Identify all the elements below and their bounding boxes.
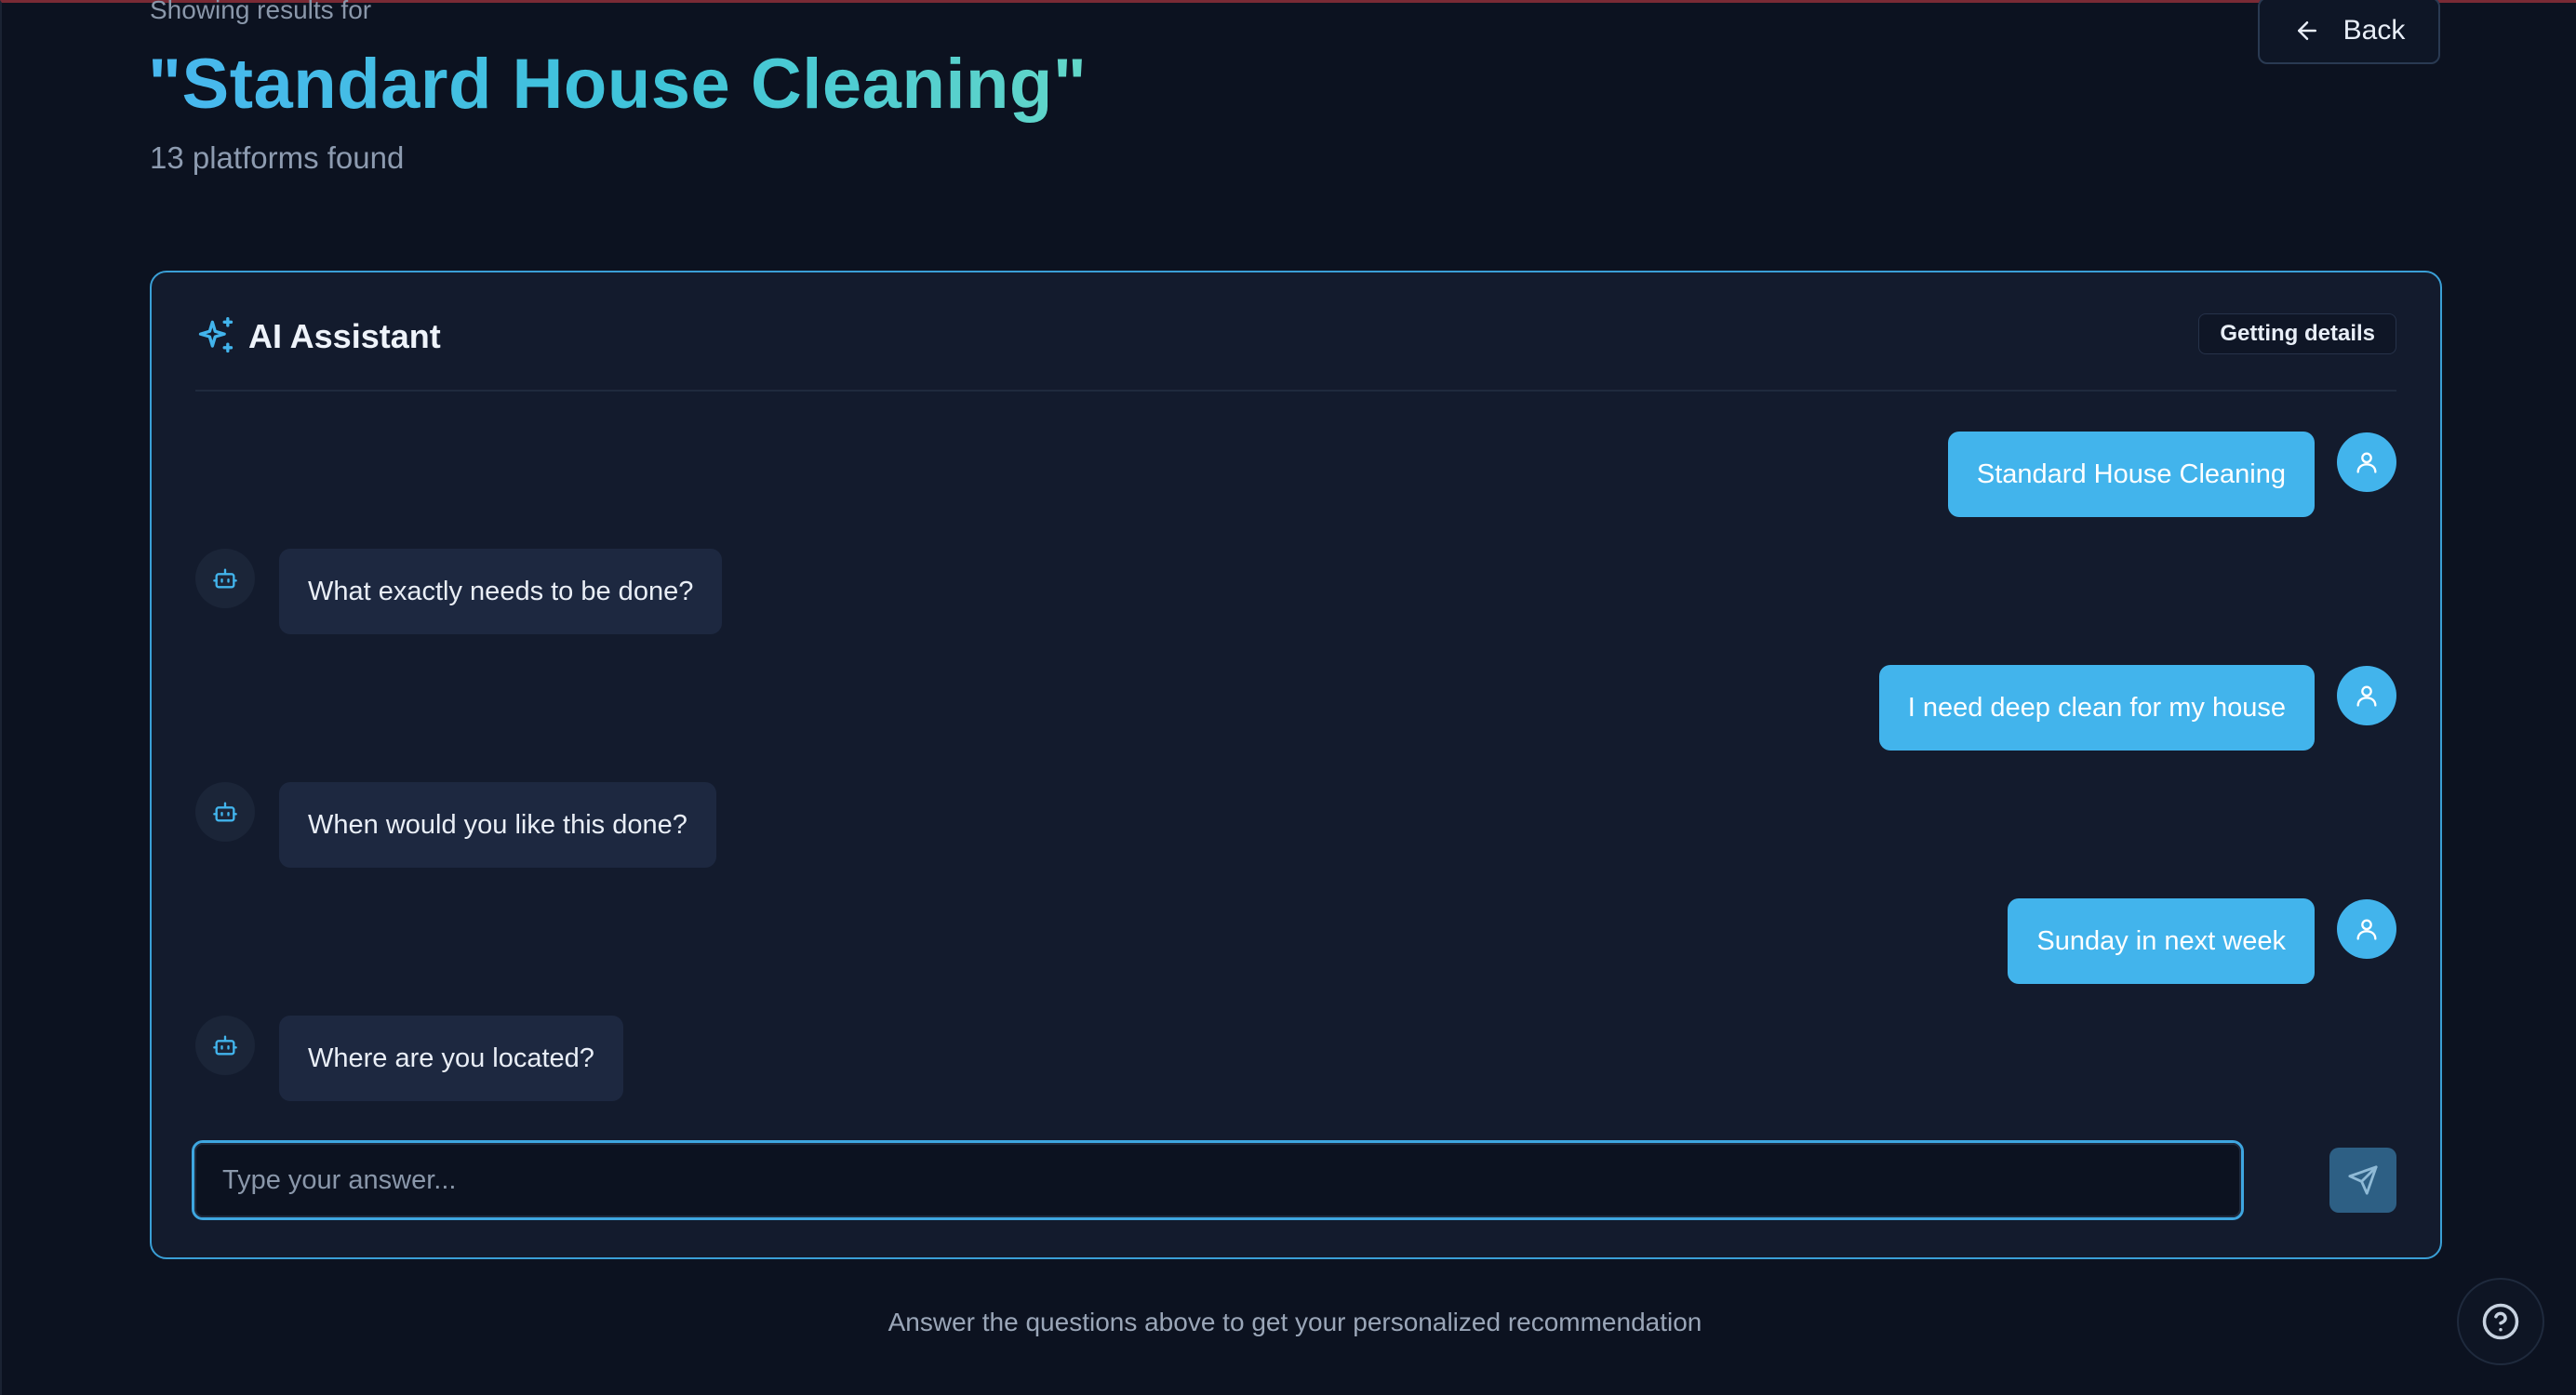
bot-message: When would you like this done? (279, 782, 716, 868)
user-avatar (2337, 432, 2396, 492)
assistant-title: AI Assistant (248, 317, 441, 355)
bot-icon (213, 1035, 237, 1056)
bot-avatar (195, 549, 255, 608)
help-circle-icon (2482, 1303, 2519, 1340)
user-message: Standard House Cleaning (1947, 432, 2315, 517)
user-message: Sunday in next week (2008, 898, 2315, 984)
send-icon (2348, 1165, 2378, 1195)
user-avatar (2337, 666, 2396, 725)
user-icon (2356, 919, 2377, 940)
answer-input-wrapper (192, 1140, 2244, 1220)
send-button[interactable] (2329, 1148, 2396, 1213)
status-badge: Getting details (2198, 313, 2396, 354)
bot-icon (213, 802, 237, 822)
bot-avatar (195, 782, 255, 842)
bot-icon (213, 568, 237, 589)
back-button-label: Back (2342, 15, 2406, 46)
ai-assistant-card: AI Assistant Getting details Standard Ho… (150, 271, 2442, 1259)
page-title: "Standard House Cleaning" (148, 45, 1088, 124)
user-icon (2356, 452, 2377, 473)
result-count: 13 platforms found (150, 140, 405, 175)
bot-message: What exactly needs to be done? (279, 549, 723, 634)
sparkles-icon (198, 317, 234, 353)
user-message: I need deep clean for my house (1878, 665, 2315, 751)
user-icon (2356, 685, 2377, 707)
arrow-left-icon (2297, 21, 2316, 40)
bot-avatar (195, 1016, 255, 1075)
card-header: AI Assistant Getting details (195, 313, 2396, 392)
help-button[interactable] (2457, 1278, 2544, 1365)
results-label: Showing results for (150, 0, 372, 24)
back-button[interactable]: Back (2258, 0, 2440, 64)
bot-message: Where are you located? (279, 1016, 623, 1101)
answer-input[interactable] (194, 1143, 2241, 1217)
page: Showing results for "Standard House Clea… (0, 0, 2576, 1395)
user-avatar (2337, 899, 2396, 959)
footer-hint: Answer the questions above to get your p… (888, 1308, 1702, 1336)
